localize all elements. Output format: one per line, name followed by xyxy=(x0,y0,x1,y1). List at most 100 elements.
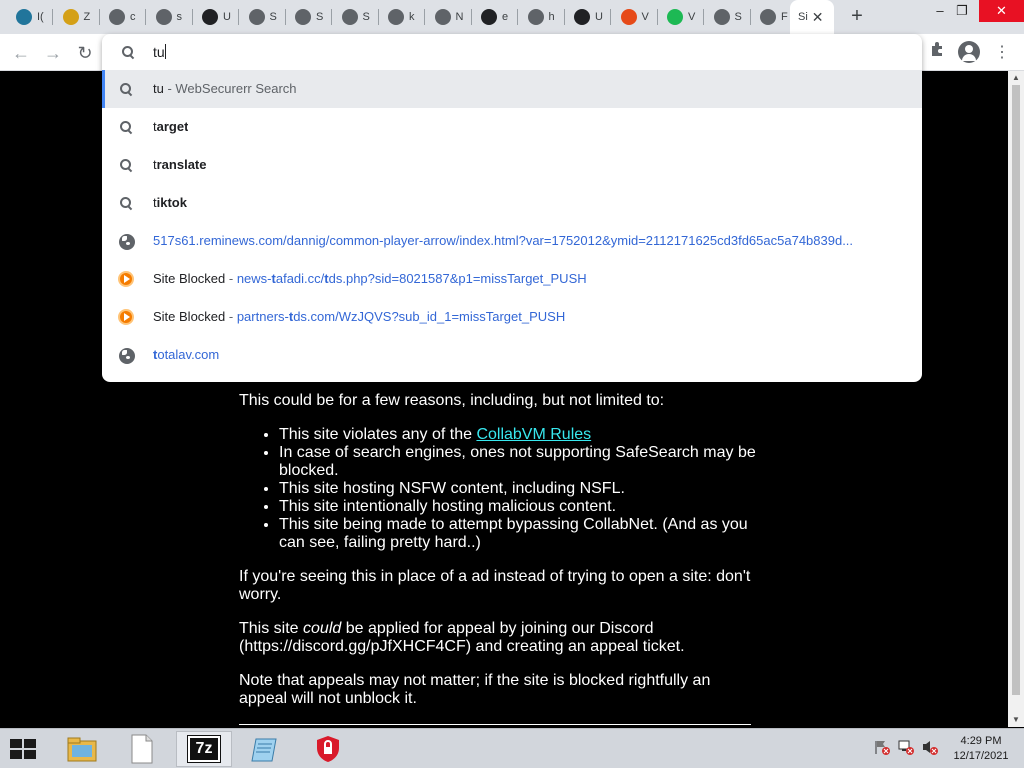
tab-0[interactable]: I( xyxy=(8,4,53,30)
suggestion-query: tu xyxy=(153,81,164,96)
tab-label: Z xyxy=(83,11,91,23)
tab-label: F xyxy=(781,11,788,23)
suggestion-url: partners-tds.com/WzJQVS?sub_id_1=missTar… xyxy=(237,309,565,324)
taskbar-app-file-explorer[interactable] xyxy=(54,731,110,767)
address-input[interactable]: tu xyxy=(153,44,166,60)
suggestion-completion: ranslate xyxy=(156,157,207,172)
shield-icon xyxy=(481,9,497,25)
tab-2[interactable]: c xyxy=(101,4,146,30)
reason-item: In case of search engines, ones not supp… xyxy=(279,444,759,480)
volume-muted-icon[interactable] xyxy=(922,739,938,755)
suggestion-blocked-tafadi[interactable]: Site Blocked - news-tafadi.cc/tds.php?si… xyxy=(102,260,922,298)
tab-separator xyxy=(145,9,146,25)
start-button[interactable] xyxy=(8,737,38,761)
reason-item: This site hosting NSFW content, includin… xyxy=(279,480,759,498)
7zip-icon: 7z xyxy=(187,735,221,763)
file-explorer-icon xyxy=(67,737,97,762)
text-caret xyxy=(164,44,166,59)
tab-separator xyxy=(377,9,379,25)
globe-icon xyxy=(155,9,172,25)
wordpress-icon xyxy=(16,9,32,25)
tab-13[interactable]: V xyxy=(613,4,658,30)
suggestion-search-tu[interactable]: tu - WebSecurerr Search xyxy=(102,70,922,108)
suggestion-url-reminews[interactable]: 517s61.reminews.com/dannig/common-player… xyxy=(102,222,922,260)
address-input-text: tu xyxy=(153,44,165,60)
suggestion-url: 517s61.reminews.com/dannig/common-player… xyxy=(153,233,854,248)
reasons-list: This site violates any of the CollabVM R… xyxy=(279,426,759,552)
scrollbar-thumb[interactable] xyxy=(1012,85,1020,695)
tab-8[interactable]: k xyxy=(380,4,425,30)
network-icon[interactable] xyxy=(898,739,914,755)
tab-9[interactable]: N xyxy=(427,4,472,30)
profile-avatar-icon[interactable] xyxy=(958,41,980,63)
reload-button[interactable]: ↻ xyxy=(72,40,98,66)
restore-button[interactable]: ❐ xyxy=(946,0,978,22)
tab-active[interactable]: Si ✕ xyxy=(790,0,834,34)
clock-date: 12/17/2021 xyxy=(953,750,1009,762)
tab-label: V xyxy=(688,11,696,23)
tab-label: S xyxy=(734,11,742,23)
tab-label: s xyxy=(176,11,183,23)
tab-7[interactable]: S xyxy=(334,4,379,30)
window-close-button[interactable]: ✕ xyxy=(979,0,1024,22)
taskbar-app-7zip[interactable]: 7z xyxy=(176,731,232,767)
menu-button[interactable]: ⋮ xyxy=(989,40,1015,66)
globe-icon xyxy=(434,9,451,25)
collabvm-rules-link[interactable]: CollabVM Rules xyxy=(476,426,591,443)
tab-11[interactable]: h xyxy=(520,4,565,30)
globe-icon xyxy=(713,9,730,25)
new-tab-button[interactable]: + xyxy=(846,5,868,27)
tab-separator xyxy=(98,9,100,25)
taskbar-app-notepad-blue[interactable] xyxy=(238,731,294,767)
back-button[interactable]: ← xyxy=(8,40,34,66)
suggestion-text: Site Blocked - partners-tds.com/WzJQVS?s… xyxy=(153,309,565,324)
system-clock[interactable]: 4:29 PM 12/17/2021 xyxy=(946,734,1016,764)
eye-icon xyxy=(574,9,590,25)
tab-label: e xyxy=(502,11,509,23)
tab-14[interactable]: V xyxy=(659,4,704,30)
scroll-down-icon[interactable]: ▼ xyxy=(1012,715,1020,724)
clock-time: 4:29 PM xyxy=(960,735,1002,747)
tab-separator xyxy=(191,9,193,25)
tab-separator xyxy=(703,9,704,25)
tab-label: k xyxy=(409,11,415,23)
url-part: partners- xyxy=(236,309,289,324)
tab-1[interactable]: Z xyxy=(55,4,100,30)
search-icon xyxy=(118,195,134,211)
taskbar-app-security[interactable] xyxy=(300,731,356,767)
tab-5[interactable]: S xyxy=(241,4,286,30)
vertical-scrollbar[interactable]: ▲ ▼ xyxy=(1008,71,1024,727)
suggestion-totalav[interactable]: totalav.com xyxy=(102,336,922,374)
tab-separator xyxy=(517,9,518,25)
suggestion-text: tu - WebSecurerr Search xyxy=(153,81,297,96)
tab-separator xyxy=(656,9,658,25)
action-center-flag-icon[interactable] xyxy=(874,739,890,755)
tab-4[interactable]: U xyxy=(194,4,239,30)
suggestion-translate[interactable]: translate xyxy=(102,146,922,184)
tab-separator xyxy=(610,9,611,25)
taskbar-app-notepad[interactable] xyxy=(114,731,170,767)
suggestion-tiktok[interactable]: tiktok xyxy=(102,184,922,222)
suggestion-blocked-partners[interactable]: Site Blocked - partners-tds.com/WzJQVS?s… xyxy=(102,298,922,336)
tab-separator xyxy=(52,9,53,25)
tab-separator xyxy=(749,9,751,25)
scroll-up-icon[interactable]: ▲ xyxy=(1012,73,1020,82)
suggestion-target[interactable]: target xyxy=(102,108,922,146)
forward-button[interactable]: → xyxy=(40,40,66,66)
extensions-icon[interactable] xyxy=(924,40,950,66)
appeal-emphasis: could xyxy=(303,620,342,637)
tab-close-icon[interactable]: ✕ xyxy=(812,9,824,26)
address-bar[interactable]: tu xyxy=(102,34,922,70)
tab-10[interactable]: e xyxy=(473,4,518,30)
suggestion-url: news-tafadi.cc/tds.php?sid=8021587&p1=mi… xyxy=(237,271,587,286)
globe-icon xyxy=(760,9,776,25)
tab-6[interactable]: S xyxy=(287,4,332,30)
tab-strip: I(Zc s U S S Sk Ne h U V V S F Si ✕ + – ❐ ✕ xyxy=(0,0,1024,34)
tab-separator xyxy=(424,9,425,25)
tab-12[interactable]: U xyxy=(566,4,611,30)
rainbow-icon xyxy=(620,9,637,25)
search-icon xyxy=(118,81,134,97)
tab-3[interactable]: s xyxy=(148,4,193,30)
tab-15[interactable]: S xyxy=(706,4,751,30)
suggestion-separator: - xyxy=(225,271,237,286)
